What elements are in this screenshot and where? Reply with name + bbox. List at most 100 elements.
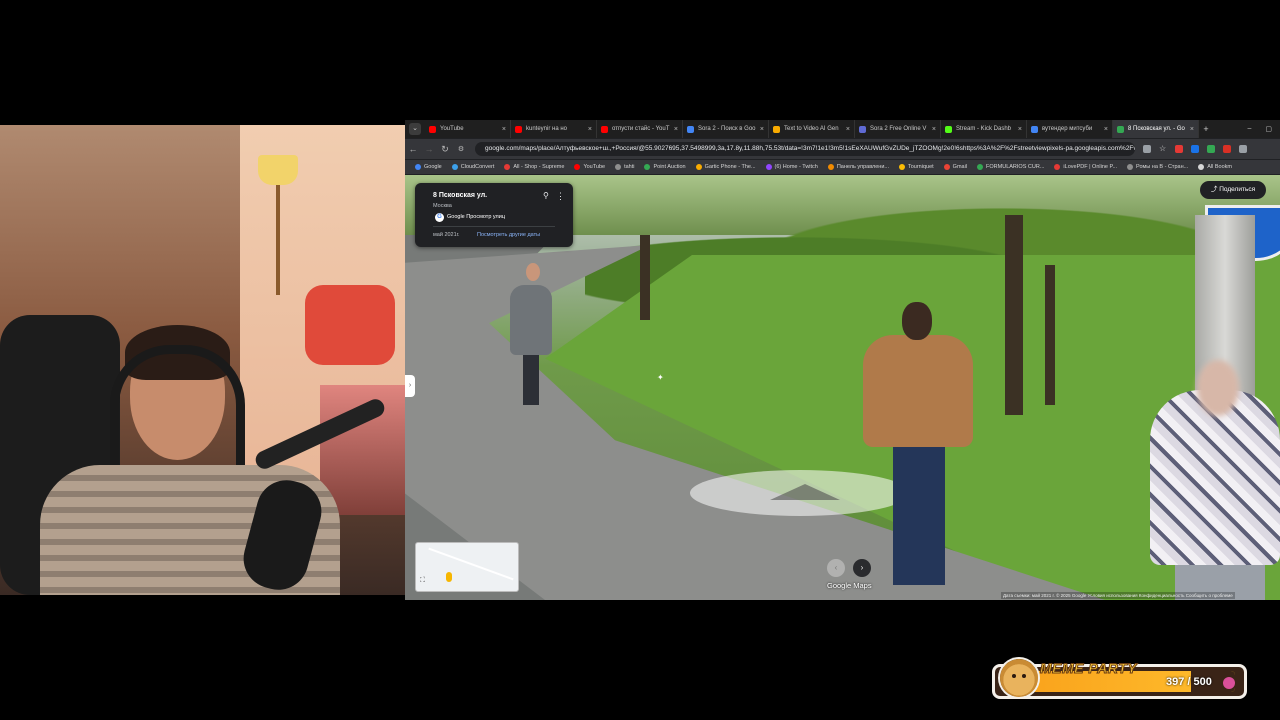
bookmark-label: FORMULARIOS CUR... xyxy=(986,164,1045,170)
bookmark-item[interactable]: Point Auction xyxy=(644,164,686,170)
webcam-lamp-stem xyxy=(276,185,280,295)
minimap[interactable]: ⛶ xyxy=(415,542,519,592)
tab-label: вутендер митсуби xyxy=(1042,126,1093,132)
bookmark-item[interactable]: YouTube xyxy=(574,164,605,170)
install-icon[interactable] xyxy=(1143,145,1151,153)
pedestrian-woman-jacket xyxy=(1150,390,1280,565)
bookmark-list: Google CloudConvert All - Shop - Supreme Yo… xyxy=(405,164,1232,170)
share-button[interactable]: ⤴ Поделиться xyxy=(1200,181,1266,199)
bookmark-label: Point Auction xyxy=(653,164,686,170)
pin-icon[interactable]: ⚲ xyxy=(543,191,551,201)
address-bar[interactable]: google.com/maps/place/Алтуфьевское+ш.,+Р… xyxy=(475,142,1135,156)
extension-icon[interactable] xyxy=(1223,145,1231,153)
bookmark-favicon-icon xyxy=(415,164,421,170)
step-controls: ‹ › xyxy=(827,559,871,577)
browser-tab[interactable]: вутендер митсуби × xyxy=(1027,120,1113,138)
widget-title: MEME PARTY xyxy=(1039,660,1138,677)
step-forward-icon[interactable]: › xyxy=(853,559,871,577)
bookmark-item[interactable]: iLovePDF | Online P... xyxy=(1054,164,1117,170)
bookmark-favicon-icon xyxy=(451,164,458,170)
back-icon[interactable]: ← xyxy=(405,144,421,154)
favicon-icon xyxy=(601,125,608,133)
close-tab-icon[interactable]: × xyxy=(674,126,678,133)
bookmark-favicon-icon xyxy=(943,164,950,170)
close-tab-icon[interactable]: × xyxy=(846,126,850,133)
extension-icon[interactable] xyxy=(1207,145,1215,153)
favicon-icon xyxy=(429,125,436,133)
favicon-icon xyxy=(687,125,694,133)
site-info-icon[interactable]: ⚙ xyxy=(453,145,469,153)
capture-date: май 2021г. xyxy=(433,232,460,238)
bookmark-item[interactable]: FORMULARIOS CUR... xyxy=(977,164,1044,170)
minimize-icon[interactable]: – xyxy=(1247,125,1251,133)
close-tab-icon[interactable]: × xyxy=(1190,126,1194,133)
bookmark-label: Ромы на В - Стран... xyxy=(1136,164,1189,170)
forward-icon[interactable]: → xyxy=(421,144,437,154)
doge-icon xyxy=(1000,659,1038,697)
close-tab-icon[interactable]: × xyxy=(760,126,764,133)
extension-icon[interactable] xyxy=(1191,145,1199,153)
bookmark-item[interactable]: Ромы на В - Стран... xyxy=(1127,164,1188,170)
browser-tab[interactable]: YouTube × xyxy=(425,120,511,138)
extensions-puzzle-icon[interactable] xyxy=(1239,145,1247,153)
widget-count: 397 / 500 xyxy=(1166,676,1212,688)
bookmark-label: Gartic Phone - The... xyxy=(704,164,756,170)
bookmark-item[interactable]: tahti xyxy=(615,164,634,170)
tab-search-icon[interactable]: ⌄ xyxy=(409,123,421,135)
close-tab-icon[interactable]: × xyxy=(588,126,592,133)
bookmark-item[interactable]: CloudConvert xyxy=(451,164,494,170)
bookmark-item[interactable]: Gmail xyxy=(943,164,967,170)
bookmark-label: All Bookm xyxy=(1207,164,1232,170)
street-view-panorama[interactable]: 8 Псковская ул. Москва G Google Просмотр… xyxy=(405,175,1280,600)
bookmark-favicon-icon xyxy=(1127,164,1134,170)
more-options-icon[interactable]: ⋮ xyxy=(556,191,565,201)
mouse-cursor-icon: ✦ xyxy=(657,373,664,382)
pegman-icon[interactable] xyxy=(446,572,452,582)
close-tab-icon[interactable]: × xyxy=(1018,126,1022,133)
bookmark-favicon-icon xyxy=(615,164,622,170)
bookmark-item[interactable]: Gartic Phone - The... xyxy=(695,164,756,170)
bookmark-label: Google xyxy=(424,164,442,170)
expand-map-icon[interactable]: ⛶ xyxy=(420,577,425,585)
bookmark-item[interactable]: All Bookm xyxy=(1198,164,1232,170)
bookmark-star-icon[interactable]: ☆ xyxy=(1159,145,1167,153)
bookmarks-bar: Google CloudConvert All - Shop - Supreme Yo… xyxy=(405,160,1280,174)
browser-tab[interactable]: Stream - Kick Dashb × xyxy=(941,120,1027,138)
maximize-icon[interactable]: ▢ xyxy=(1265,125,1272,133)
bookmark-label: YouTube xyxy=(583,164,606,170)
pedestrian-head xyxy=(526,263,540,281)
blurred-face xyxy=(1197,360,1239,416)
new-tab-button[interactable]: + xyxy=(1199,124,1213,134)
expand-panel-icon[interactable]: › xyxy=(405,375,415,397)
favicon-icon xyxy=(515,125,522,133)
bookmark-label: (6) Home - Twitch xyxy=(774,164,818,170)
browser-tab[interactable]: 8 Псковская ул. - Go × xyxy=(1113,120,1199,138)
location-city: Москва xyxy=(433,203,452,209)
browser-toolbar: ← → ↻ ⚙ google.com/maps/place/Алтуфьевск… xyxy=(405,139,1280,159)
bookmark-item[interactable]: (6) Home - Twitch xyxy=(765,164,818,170)
bookmark-item[interactable]: Панель управлени... xyxy=(827,164,889,170)
other-dates-link[interactable]: Посмотреть другие даты xyxy=(477,232,540,238)
close-tab-icon[interactable]: × xyxy=(502,126,506,133)
close-tab-icon[interactable]: × xyxy=(1104,126,1108,133)
bookmark-item[interactable]: All - Shop - Supreme xyxy=(504,164,564,170)
bookmark-item[interactable]: Google xyxy=(415,164,442,170)
close-tab-icon[interactable]: × xyxy=(932,126,936,133)
tab-label: Stream - Kick Dashb xyxy=(956,126,1012,132)
browser-tab[interactable]: Sora 2 Free Online V × xyxy=(855,120,941,138)
step-back-icon[interactable]: ‹ xyxy=(827,559,845,577)
browser-tab[interactable]: Text to Video AI Gen × xyxy=(769,120,855,138)
navigation-arrow[interactable] xyxy=(690,470,910,516)
browser-tab[interactable]: отпусти стайс - YouT × xyxy=(597,120,683,138)
extension-icon[interactable] xyxy=(1175,145,1183,153)
minimap-road xyxy=(428,547,514,581)
reload-icon[interactable]: ↻ xyxy=(437,144,453,155)
webcam-overlay xyxy=(0,125,405,595)
browser-tab[interactable]: kunteynir на но × xyxy=(511,120,597,138)
pedestrian-man xyxy=(863,335,973,447)
tab-label: отпусти стайс - YouT xyxy=(612,126,670,132)
bookmark-item[interactable]: Tourniquet xyxy=(898,164,934,170)
favicon-icon xyxy=(773,125,780,133)
browser-tab[interactable]: Sora 2 - Поиск в Goo × xyxy=(683,120,769,138)
tab-label: YouTube xyxy=(440,126,464,132)
